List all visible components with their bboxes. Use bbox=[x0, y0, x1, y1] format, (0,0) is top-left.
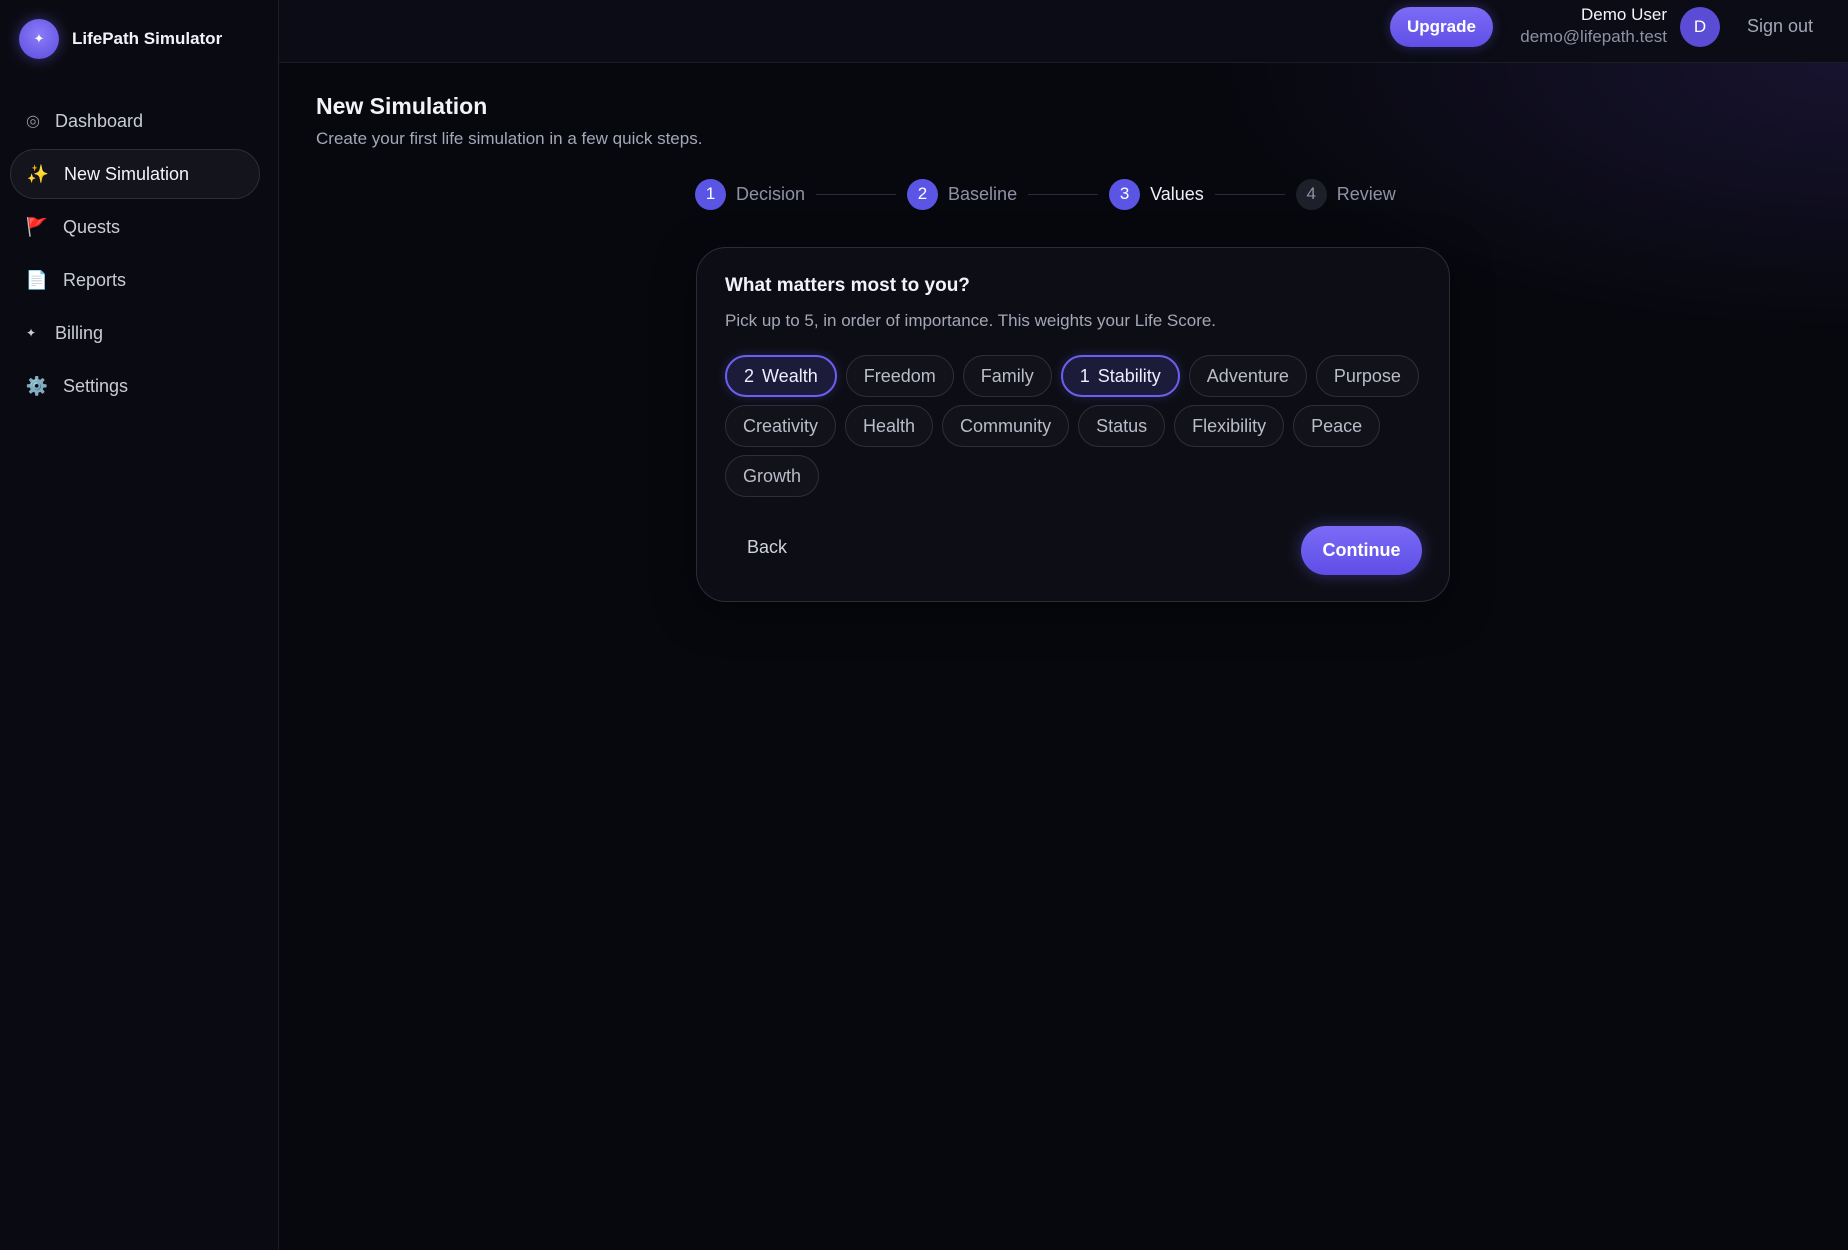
sidebar-item-label: New Simulation bbox=[64, 163, 190, 184]
chip-label: Creativity bbox=[743, 415, 819, 436]
dashboard-icon: ◎ bbox=[26, 113, 40, 130]
sidebar-item-label: Dashboard bbox=[55, 110, 144, 131]
value-chip-adventure[interactable]: Adventure bbox=[1188, 355, 1307, 397]
value-chips: 2 Wealth Freedom Family 1 Stability Adventure P… bbox=[725, 355, 1435, 505]
brand[interactable]: ✦ LifePath Simulator bbox=[19, 19, 222, 59]
chip-label: Family bbox=[980, 365, 1034, 386]
value-chip-purpose[interactable]: Purpose bbox=[1315, 355, 1419, 397]
sidebar-item-settings[interactable]: ⚙️ Settings bbox=[10, 361, 260, 411]
sidebar-item-reports[interactable]: 📄 Reports bbox=[10, 255, 260, 305]
value-chip-status[interactable]: Status bbox=[1078, 405, 1166, 447]
page-subtitle: Create your first life simulation in a f… bbox=[316, 129, 703, 148]
avatar[interactable]: D bbox=[1680, 7, 1720, 47]
stepper: 1 Decision 2 Baseline 3 Values 4 Review bbox=[695, 178, 1396, 210]
step-decision[interactable]: 1 Decision bbox=[695, 178, 806, 210]
sidebar-item-label: Billing bbox=[55, 322, 104, 343]
sidebar-item-label: Settings bbox=[63, 375, 129, 396]
value-chip-creativity[interactable]: Creativity bbox=[725, 405, 837, 447]
flag-icon: 🚩 bbox=[25, 216, 49, 237]
value-chip-growth[interactable]: Growth bbox=[725, 455, 820, 497]
step-baseline[interactable]: 2 Baseline bbox=[907, 178, 1018, 210]
step-connector bbox=[1214, 193, 1285, 195]
value-chip-freedom[interactable]: Freedom bbox=[845, 355, 954, 397]
value-chip-health[interactable]: Health bbox=[845, 405, 934, 447]
continue-button[interactable]: Continue bbox=[1301, 526, 1422, 575]
value-chip-wealth[interactable]: 2 Wealth bbox=[725, 355, 837, 397]
user-name: Demo User bbox=[1581, 5, 1667, 24]
upgrade-button[interactable]: Upgrade bbox=[1390, 7, 1493, 47]
sidebar-item-quests[interactable]: 🚩 Quests bbox=[10, 202, 260, 252]
step-number: 4 bbox=[1295, 178, 1327, 210]
sidebar-nav: ◎ Dashboard ✨ New Simulation 🚩 Quests 📄 … bbox=[10, 96, 260, 414]
chip-rank: 2 bbox=[744, 365, 755, 386]
chip-label: Health bbox=[863, 415, 916, 436]
chip-rank: 1 bbox=[1079, 365, 1090, 386]
page-title: New Simulation bbox=[316, 93, 488, 119]
chip-label: Wealth bbox=[762, 365, 818, 386]
chip-label: Growth bbox=[743, 465, 802, 486]
back-button[interactable]: Back bbox=[725, 526, 809, 568]
step-number: 3 bbox=[1109, 178, 1141, 210]
step-label: Decision bbox=[736, 183, 806, 204]
user-info: Demo User demo@lifepath.test bbox=[1520, 4, 1667, 48]
chip-label: Adventure bbox=[1206, 365, 1289, 386]
sidebar-item-label: Reports bbox=[63, 269, 127, 290]
sidebar: ✦ LifePath Simulator ◎ Dashboard ✨ New S… bbox=[0, 0, 279, 1250]
step-review[interactable]: 4 Review bbox=[1295, 178, 1396, 210]
value-chip-family[interactable]: Family bbox=[962, 355, 1052, 397]
step-number: 2 bbox=[907, 178, 939, 210]
sidebar-item-billing[interactable]: ✦ Billing bbox=[10, 308, 260, 358]
chip-label: Community bbox=[960, 415, 1052, 436]
chip-label: Status bbox=[1096, 415, 1148, 436]
step-number: 1 bbox=[695, 178, 726, 210]
value-chip-peace[interactable]: Peace bbox=[1293, 405, 1381, 447]
sign-out-link[interactable]: Sign out bbox=[1747, 16, 1813, 37]
brand-logo-icon: ✦ bbox=[19, 19, 59, 59]
gear-icon: ⚙️ bbox=[25, 375, 49, 396]
card-subtitle: Pick up to 5, in order of importance. Th… bbox=[725, 311, 1217, 330]
chip-label: Flexibility bbox=[1192, 415, 1267, 436]
main-content: New Simulation Create your first life si… bbox=[279, 63, 1848, 1250]
chip-label: Peace bbox=[1311, 415, 1363, 436]
step-label: Values bbox=[1150, 183, 1204, 204]
user-email: demo@lifepath.test bbox=[1520, 27, 1667, 46]
chip-label: Stability bbox=[1097, 365, 1161, 386]
value-chip-stability[interactable]: 1 Stability bbox=[1060, 355, 1180, 397]
sparkles-icon: ✨ bbox=[26, 163, 50, 184]
sidebar-item-dashboard[interactable]: ◎ Dashboard bbox=[10, 96, 260, 146]
step-label: Baseline bbox=[948, 183, 1018, 204]
values-card: What matters most to you? Pick up to 5, … bbox=[696, 247, 1450, 602]
document-icon: 📄 bbox=[25, 269, 49, 290]
value-chip-community[interactable]: Community bbox=[942, 405, 1070, 447]
chip-label: Freedom bbox=[863, 365, 936, 386]
card-title: What matters most to you? bbox=[725, 275, 970, 296]
step-connector bbox=[1028, 193, 1099, 195]
sidebar-item-label: Quests bbox=[63, 216, 121, 237]
step-values[interactable]: 3 Values bbox=[1109, 178, 1204, 210]
step-label: Review bbox=[1336, 183, 1396, 204]
chip-label: Purpose bbox=[1333, 365, 1401, 386]
step-connector bbox=[816, 193, 897, 195]
sidebar-item-new-simulation[interactable]: ✨ New Simulation bbox=[10, 149, 260, 199]
value-chip-flexibility[interactable]: Flexibility bbox=[1174, 405, 1285, 447]
brand-name: LifePath Simulator bbox=[72, 29, 223, 48]
sparkle-icon: ✦ bbox=[25, 326, 37, 340]
